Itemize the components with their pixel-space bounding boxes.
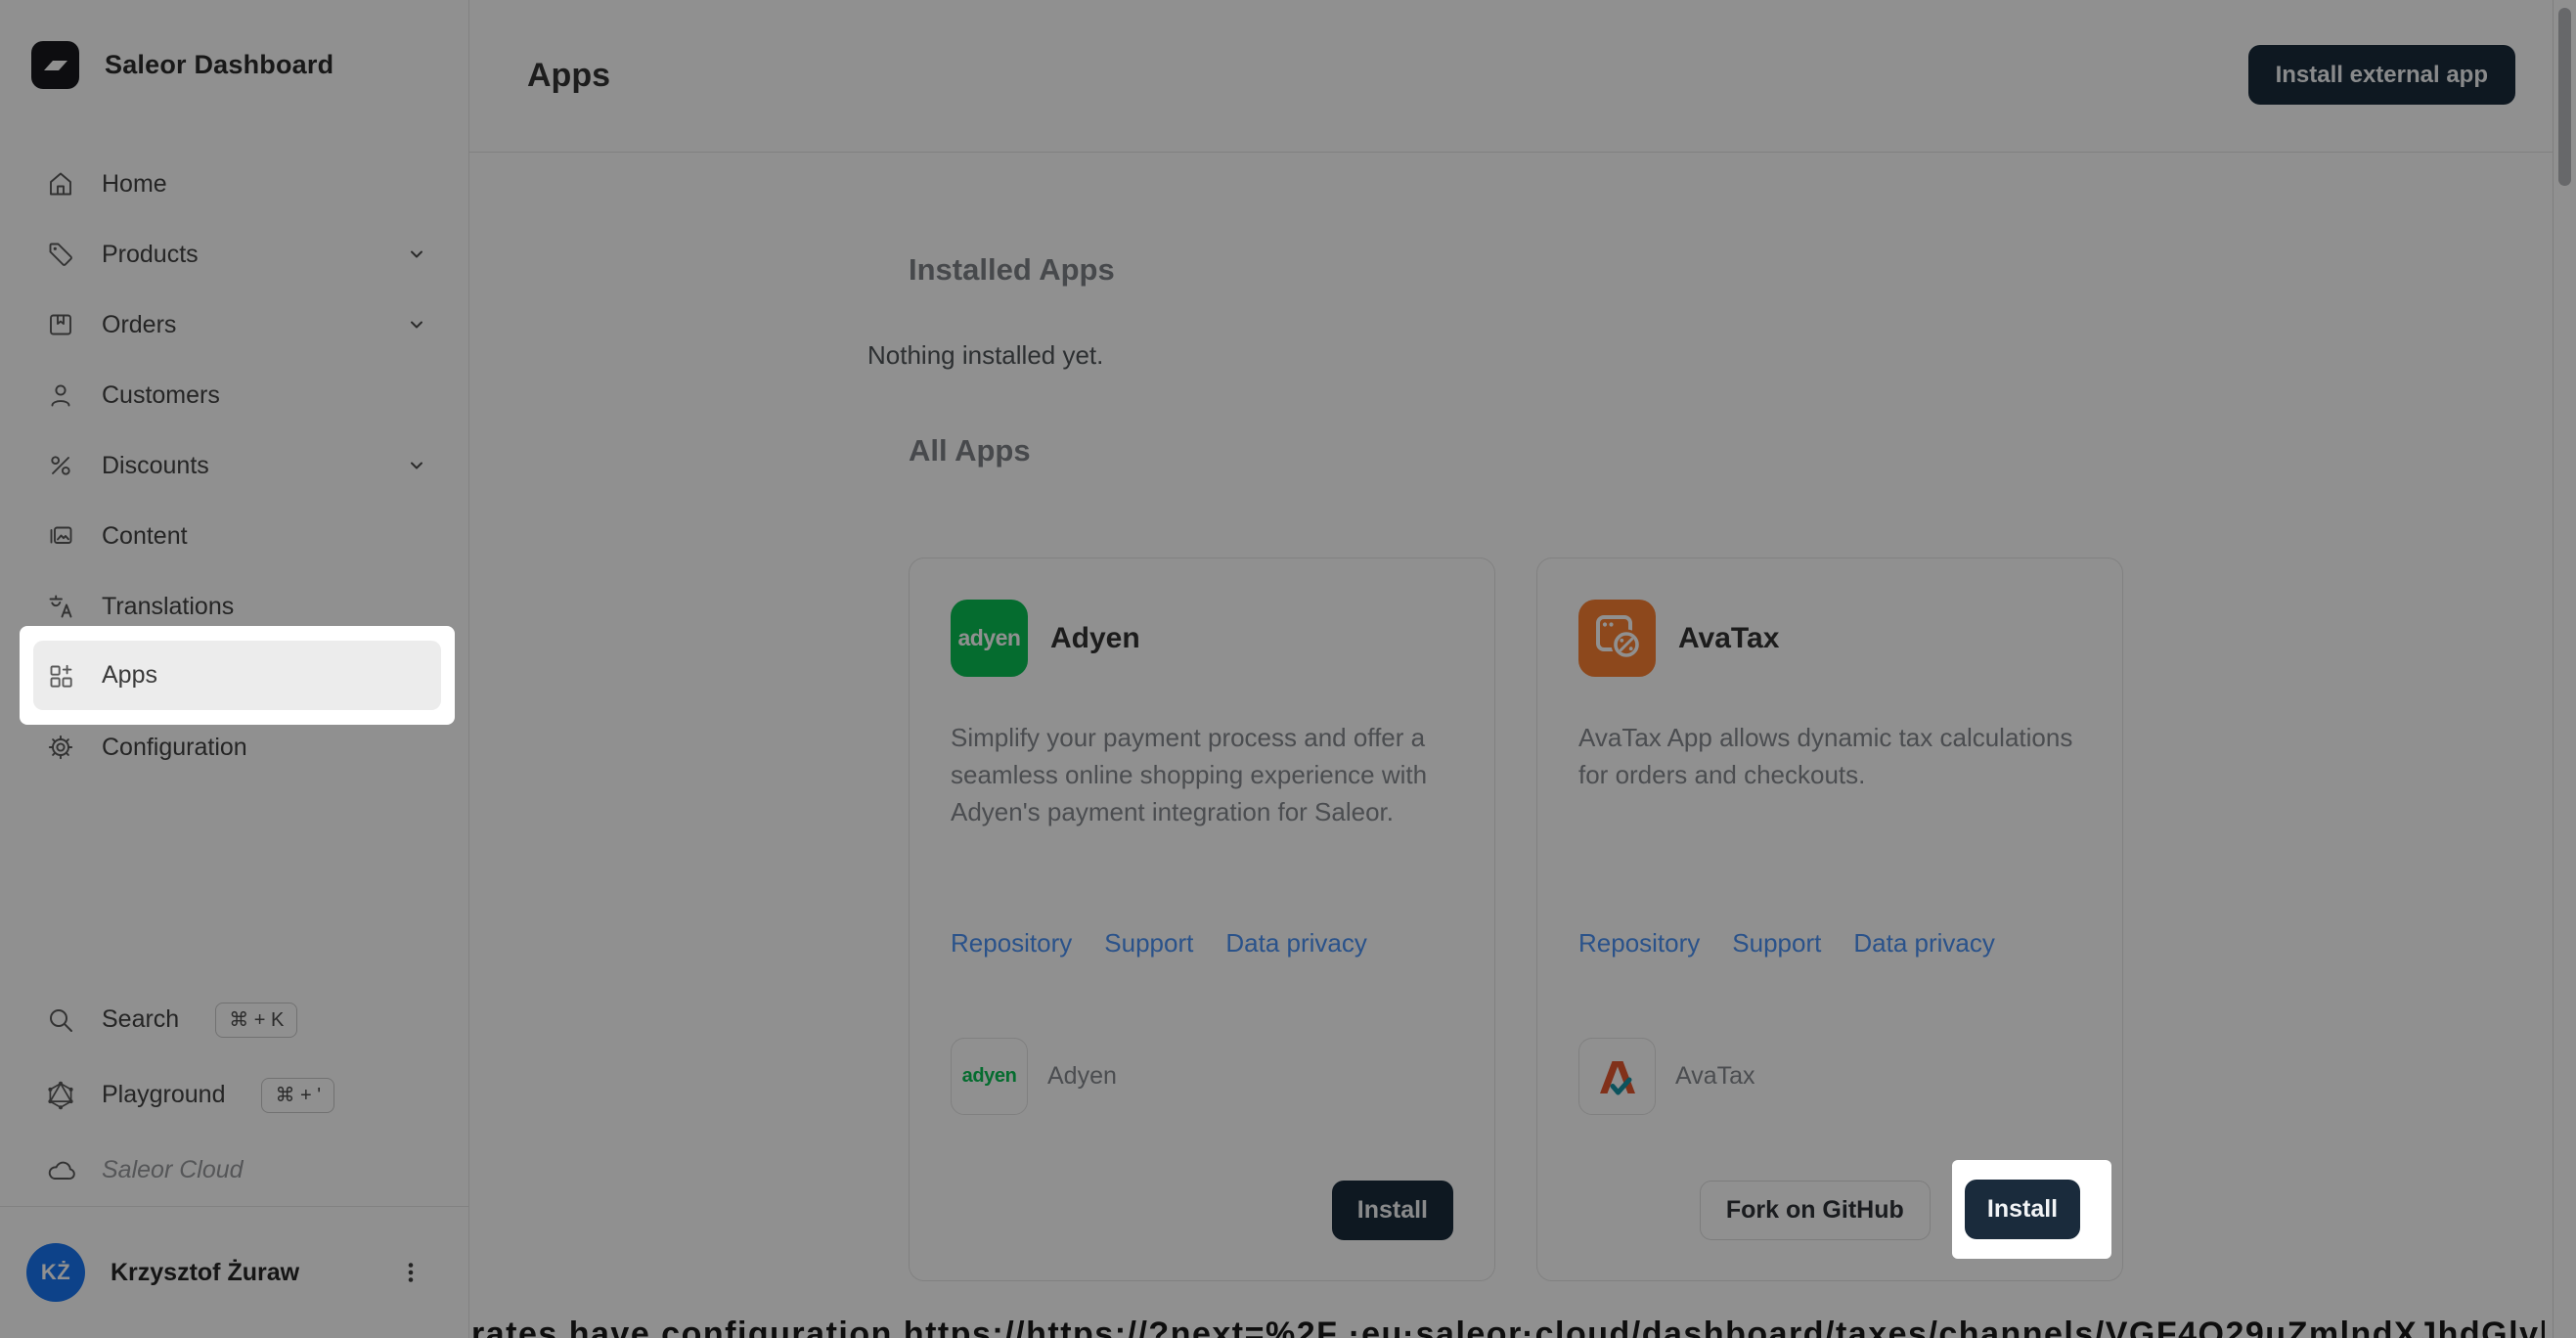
- playground-button[interactable]: Playground ⌘ + ': [0, 1057, 468, 1133]
- install-avatax-button-highlighted[interactable]: Install: [1965, 1180, 2080, 1239]
- playground-shortcut: ⌘ + ': [261, 1077, 335, 1113]
- repository-link[interactable]: Repository: [1578, 928, 1700, 959]
- sidebar-item-discounts[interactable]: Discounts: [0, 430, 468, 501]
- adyen-vendor-logo-icon: adyen: [951, 1038, 1028, 1115]
- search-button[interactable]: Search ⌘ + K: [0, 982, 468, 1057]
- support-link[interactable]: Support: [1732, 928, 1821, 959]
- all-apps-list: adyen Adyen Simplify your payment proces…: [909, 558, 2123, 1281]
- page-title: Apps: [527, 57, 610, 94]
- home-icon: [46, 169, 75, 199]
- page-header: Apps Install external app: [469, 0, 2553, 153]
- sidebar-item-home[interactable]: Home: [0, 149, 468, 219]
- app-links: Repository Support Data privacy: [951, 928, 1367, 959]
- installed-apps-heading: Installed Apps: [909, 252, 1115, 287]
- vendor-label: Adyen: [1047, 1062, 1117, 1090]
- app-links: Repository Support Data privacy: [1578, 928, 1995, 959]
- scrollbar-track: [2553, 0, 2576, 1338]
- vendor-row: adyen Adyen: [951, 1038, 1117, 1115]
- search-label: Search: [102, 1005, 180, 1033]
- sidebar-tools: Search ⌘ + K Playground ⌘ + ' Saleor Clo…: [0, 982, 468, 1208]
- saleor-cloud-row: Saleor Cloud: [0, 1133, 468, 1208]
- install-adyen-button[interactable]: Install: [1331, 1181, 1453, 1240]
- sidebar-item-label: Products: [102, 240, 199, 268]
- app-description: AvaTax App allows dynamic tax calculatio…: [1578, 723, 2073, 789]
- sidebar-item-products[interactable]: Products: [0, 219, 468, 290]
- graphql-icon: [46, 1081, 75, 1110]
- highlight-box-install: Install: [1952, 1160, 2111, 1259]
- clipped-bottom-text: rates have configuration https://https:/…: [471, 1316, 2545, 1338]
- sidebar-item-customers[interactable]: Customers: [0, 360, 468, 430]
- sidebar-item-label: Customers: [102, 380, 220, 409]
- saleor-logo-icon: [31, 41, 79, 89]
- sidebar-item-label: Home: [102, 169, 167, 198]
- scrollbar-thumb[interactable]: [2558, 8, 2571, 186]
- sidebar-item-label: Translations: [102, 592, 235, 620]
- sidebar-item-label: Content: [102, 521, 188, 550]
- sidebar-item-orders[interactable]: Orders: [0, 290, 468, 360]
- fork-on-github-button[interactable]: Fork on GitHub: [1699, 1181, 1931, 1240]
- app-title: AvaTax: [1678, 621, 1780, 654]
- card-header: adyen Adyen: [951, 600, 1140, 677]
- sidebar-item-label: Apps: [102, 661, 157, 689]
- brand: Saleor Dashboard: [31, 41, 333, 89]
- chevron-down-icon: [408, 457, 425, 474]
- avalara-vendor-logo-icon: [1578, 1038, 1656, 1115]
- tag-icon: [46, 240, 75, 269]
- sidebar-item-content[interactable]: Content: [0, 501, 468, 571]
- saleor-dashboard-apps-page: Saleor Dashboard Home Products Orders Cu…: [0, 0, 2576, 1338]
- avatax-logo-icon: [1578, 600, 1656, 677]
- search-shortcut: ⌘ + K: [215, 1002, 298, 1038]
- card-actions: Install: [1331, 1181, 1453, 1240]
- content-image-icon: [46, 521, 75, 551]
- sidebar-user-footer: KŻ Krzysztof Żuraw: [0, 1206, 468, 1338]
- user-name: Krzysztof Żuraw: [111, 1258, 300, 1286]
- app-title: Adyen: [1050, 621, 1140, 654]
- gear-icon: [46, 733, 75, 762]
- adyen-logo-icon: adyen: [951, 600, 1028, 677]
- playground-label: Playground: [102, 1081, 226, 1108]
- search-icon: [46, 1005, 75, 1035]
- person-icon: [46, 380, 75, 410]
- brand-title: Saleor Dashboard: [105, 50, 334, 79]
- sidebar-item-apps-highlighted[interactable]: Apps: [33, 641, 441, 710]
- avatar: KŻ: [26, 1243, 85, 1302]
- cloud-icon: [46, 1156, 75, 1185]
- sidebar-item-label: Discounts: [102, 451, 209, 479]
- card-header: AvaTax: [1578, 600, 1779, 677]
- repository-link[interactable]: Repository: [951, 928, 1072, 959]
- chevron-down-icon: [408, 316, 425, 334]
- vendor-row: AvaTax: [1578, 1038, 1755, 1115]
- translate-icon: [46, 592, 75, 621]
- apps-grid-icon: [46, 661, 75, 691]
- saleor-cloud-label: Saleor Cloud: [102, 1156, 244, 1183]
- chevron-down-icon: [408, 245, 425, 263]
- app-card-adyen: adyen Adyen Simplify your payment proces…: [909, 558, 1495, 1281]
- sidebar-item-label: Orders: [102, 310, 177, 338]
- installed-apps-empty-text: Nothing installed yet.: [867, 340, 1104, 370]
- data-privacy-link[interactable]: Data privacy: [1853, 928, 1995, 959]
- data-privacy-link[interactable]: Data privacy: [1225, 928, 1367, 959]
- percent-icon: [46, 451, 75, 480]
- app-description: Simplify your payment process and offer …: [951, 723, 1428, 826]
- support-link[interactable]: Support: [1104, 928, 1193, 959]
- sidebar-item-label: Configuration: [102, 733, 247, 761]
- install-external-app-button[interactable]: Install external app: [2247, 45, 2515, 105]
- all-apps-heading: All Apps: [909, 433, 1031, 468]
- highlight-box-apps: Apps: [20, 626, 455, 725]
- user-menu-button[interactable]: [396, 1258, 425, 1287]
- vendor-label: AvaTax: [1675, 1062, 1755, 1090]
- package-icon: [46, 310, 75, 339]
- main-content: Apps Install external app Installed Apps…: [469, 0, 2553, 1338]
